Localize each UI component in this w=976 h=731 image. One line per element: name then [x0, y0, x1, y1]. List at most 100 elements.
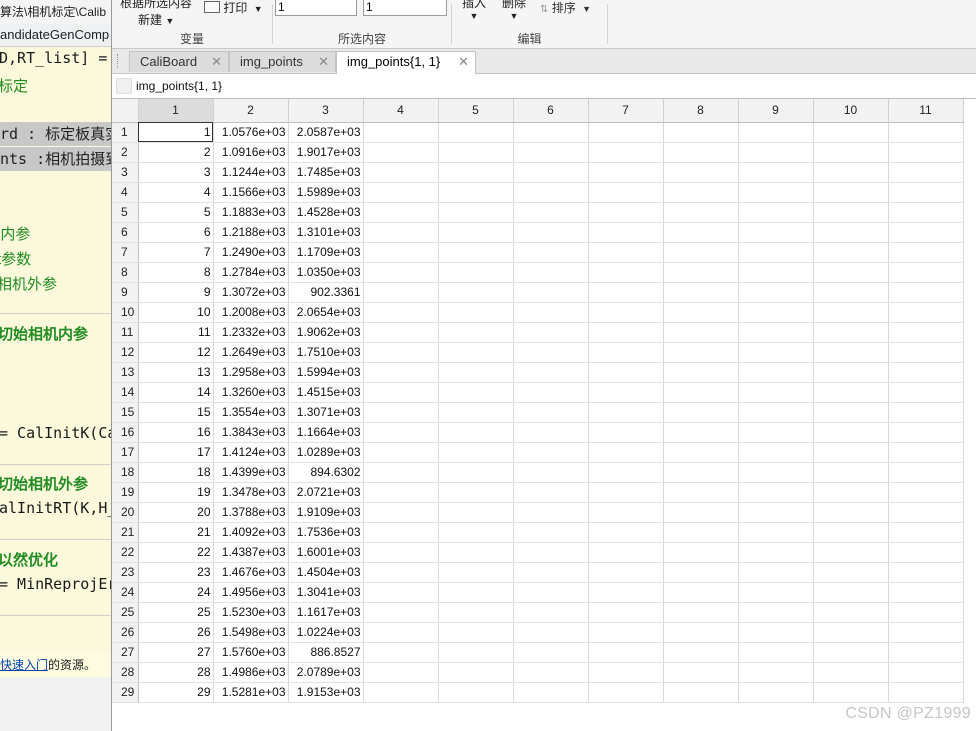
grid-cell[interactable] [588, 242, 664, 263]
grid-cell[interactable] [438, 282, 514, 303]
grid-cell[interactable]: 1.0289e+03 [288, 442, 364, 463]
grid-cell[interactable]: 1.7536e+03 [288, 522, 364, 543]
row-header[interactable]: 21 [112, 522, 139, 543]
grid-cell[interactable] [888, 662, 964, 683]
row-header[interactable]: 16 [112, 422, 139, 443]
grid-cell[interactable] [438, 462, 514, 483]
grid-cell[interactable] [888, 122, 964, 143]
grid-cell[interactable]: 1.4387e+03 [213, 542, 289, 563]
grid-cell[interactable] [438, 122, 514, 143]
grid-cell[interactable] [363, 502, 439, 523]
grid-cell[interactable] [888, 482, 964, 503]
table-row[interactable]: 28 28 1.4986e+03 2.0789e+03 [112, 662, 964, 683]
grid-cell[interactable] [738, 662, 814, 683]
grid-cell[interactable] [663, 622, 739, 643]
column-header[interactable]: 7 [588, 99, 664, 123]
table-row[interactable]: 9 9 1.3072e+03 902.3361 [112, 282, 964, 303]
grid-cell[interactable] [363, 362, 439, 383]
grid-cell[interactable] [888, 342, 964, 363]
grid-cell[interactable] [588, 482, 664, 503]
grid-cell[interactable] [438, 222, 514, 243]
grid-cell[interactable]: 1 [138, 122, 214, 143]
grid-cell[interactable] [438, 182, 514, 203]
grid-cell[interactable] [438, 582, 514, 603]
grid-cell[interactable] [663, 222, 739, 243]
grid-cell[interactable]: 2 [138, 142, 214, 163]
grid-cell[interactable] [813, 342, 889, 363]
row-header[interactable]: 5 [112, 202, 139, 223]
row-header[interactable]: 19 [112, 482, 139, 503]
grid-cell[interactable] [363, 122, 439, 143]
grid-cell[interactable] [438, 562, 514, 583]
tab-img-points-cell[interactable]: img_points{1, 1} ✕ [336, 51, 476, 74]
grid-cell[interactable]: 11 [138, 322, 214, 343]
grid-cell[interactable]: 1.3478e+03 [213, 482, 289, 503]
table-row[interactable]: 12 12 1.2649e+03 1.7510e+03 [112, 342, 964, 363]
grid-cell[interactable] [813, 142, 889, 163]
grid-cell[interactable] [588, 422, 664, 443]
grid-cell[interactable] [588, 502, 664, 523]
grid-cell[interactable] [663, 202, 739, 223]
row-header[interactable]: 26 [112, 622, 139, 643]
column-header[interactable]: 3 [288, 99, 364, 123]
grid-cell[interactable] [513, 682, 589, 703]
grid-cell[interactable] [438, 162, 514, 183]
grid-cell[interactable] [588, 542, 664, 563]
grid-cell[interactable] [438, 662, 514, 683]
grid-cell[interactable]: 5 [138, 202, 214, 223]
grid-cell[interactable] [363, 262, 439, 283]
grid-cell[interactable] [738, 582, 814, 603]
row-header[interactable]: 2 [112, 142, 139, 163]
table-row[interactable]: 22 22 1.4387e+03 1.6001e+03 [112, 542, 964, 563]
grid-cell[interactable] [513, 242, 589, 263]
grid-corner[interactable] [112, 99, 139, 123]
grid-cell[interactable]: 902.3361 [288, 282, 364, 303]
grid-cell[interactable] [363, 662, 439, 683]
column-header[interactable]: 11 [888, 99, 964, 123]
grid-cell[interactable] [888, 182, 964, 203]
grid-cell[interactable]: 2.0789e+03 [288, 662, 364, 683]
grid-cell[interactable]: 19 [138, 482, 214, 503]
grid-cell[interactable]: 1.7510e+03 [288, 342, 364, 363]
grid-cell[interactable] [738, 122, 814, 143]
grid-cell[interactable] [363, 282, 439, 303]
grid-cell[interactable]: 4 [138, 182, 214, 203]
grid-cell[interactable]: 1.2008e+03 [213, 302, 289, 323]
table-row[interactable]: 10 10 1.2008e+03 2.0654e+03 [112, 302, 964, 323]
grid-cell[interactable] [513, 322, 589, 343]
grid-cell[interactable] [813, 462, 889, 483]
grid-cell[interactable] [363, 222, 439, 243]
grid-cell[interactable] [813, 642, 889, 663]
delete-button[interactable]: 删除 ▼ [502, 0, 526, 21]
grid-cell[interactable] [438, 502, 514, 523]
grid-cell[interactable] [663, 522, 739, 543]
grid-cell[interactable]: 13 [138, 362, 214, 383]
grid-cell[interactable] [738, 522, 814, 543]
grid-cell[interactable] [738, 402, 814, 423]
grid-cell[interactable]: 3 [138, 162, 214, 183]
column-header[interactable]: 10 [813, 99, 889, 123]
row-header[interactable]: 8 [112, 262, 139, 283]
grid-cell[interactable] [663, 142, 739, 163]
grid-cell[interactable] [888, 562, 964, 583]
grid-cell[interactable] [513, 502, 589, 523]
grid-cell[interactable] [888, 242, 964, 263]
grid-cell[interactable]: 24 [138, 582, 214, 603]
grid-cell[interactable] [888, 582, 964, 603]
row-header[interactable]: 9 [112, 282, 139, 303]
grid-cell[interactable] [588, 322, 664, 343]
grid-cell[interactable] [738, 282, 814, 303]
grid-cell[interactable]: 15 [138, 402, 214, 423]
grid-cell[interactable] [363, 682, 439, 703]
grid-cell[interactable] [513, 602, 589, 623]
grid-cell[interactable] [363, 382, 439, 403]
table-row[interactable]: 13 13 1.2958e+03 1.5994e+03 [112, 362, 964, 383]
table-row[interactable]: 2 2 1.0916e+03 1.9017e+03 [112, 142, 964, 163]
grid-cell[interactable] [888, 142, 964, 163]
grid-cell[interactable] [588, 382, 664, 403]
editor-breadcrumb[interactable]: 算法\相机标定\Calib [0, 0, 112, 25]
grid-cell[interactable] [738, 322, 814, 343]
grid-cell[interactable]: 1.5760e+03 [213, 642, 289, 663]
grid-cell[interactable] [663, 382, 739, 403]
grid-cell[interactable] [738, 442, 814, 463]
